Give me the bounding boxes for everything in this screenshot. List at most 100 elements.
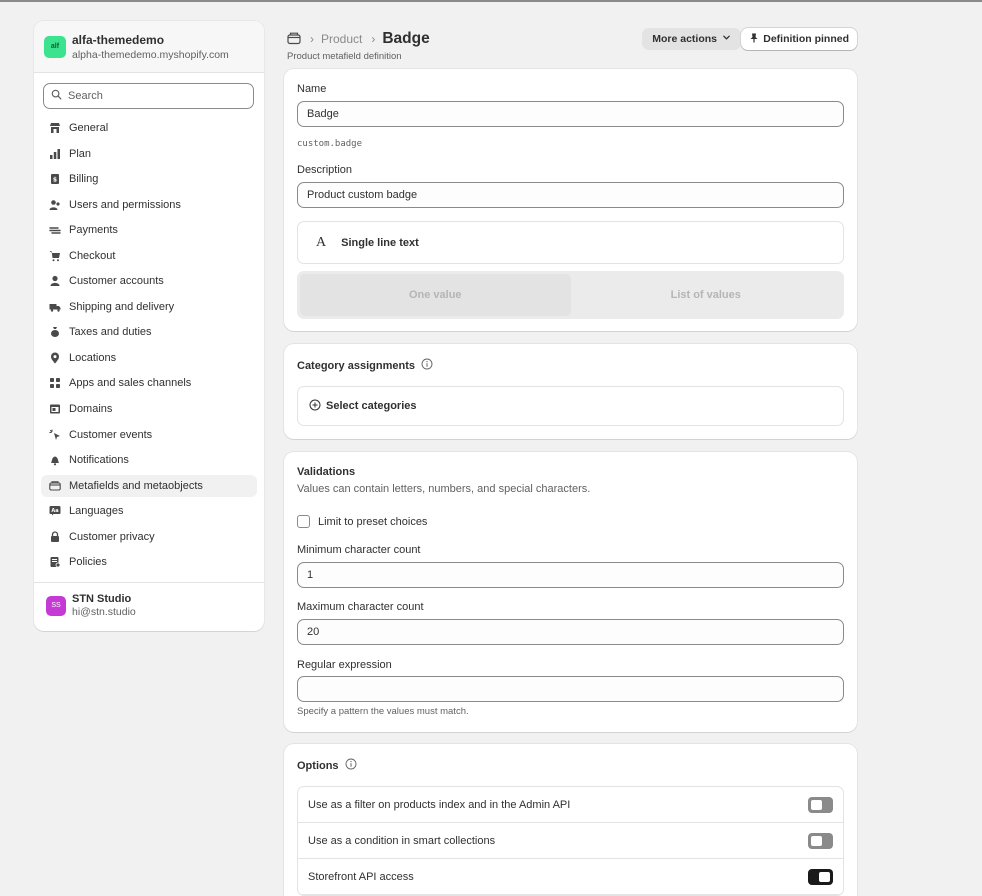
store-icon <box>48 121 62 135</box>
one-value-option[interactable]: One value <box>300 274 571 316</box>
sidebar-item-label: Customer events <box>69 428 153 441</box>
users-icon <box>48 198 62 212</box>
list-of-values-option[interactable]: List of values <box>571 274 842 316</box>
divider <box>34 582 264 583</box>
max-count-label: Maximum character count <box>297 601 424 613</box>
sidebar-item-label: Users and permissions <box>69 198 181 211</box>
location-icon <box>48 351 62 365</box>
user-account[interactable]: SS STN Studio hi@stn.studio <box>46 593 136 618</box>
preset-choices-label: Limit to preset choices <box>318 515 428 528</box>
definition-pinned-button[interactable]: Definition pinned <box>741 28 857 50</box>
category-title: Category assignments <box>297 358 433 373</box>
preset-choices-option[interactable]: Limit to preset choices <box>297 515 427 528</box>
sidebar-item-users[interactable]: Users and permissions <box>41 194 257 216</box>
sidebar-item-apps[interactable]: Apps and sales channels <box>41 372 257 394</box>
sidebar-item-label: Locations <box>69 351 117 364</box>
settings-nav: General Plan $ Billing Users and permiss… <box>41 117 257 577</box>
regex-hint: Specify a pattern the values must match. <box>297 706 469 717</box>
sidebar-item-languages[interactable]: Aa Languages <box>41 500 257 522</box>
sidebar-item-label: Shipping and delivery <box>69 300 175 313</box>
validations-title: Validations <box>297 466 356 478</box>
cart-icon <box>48 249 62 263</box>
bell-icon <box>48 453 62 467</box>
text-type-icon: A <box>316 234 327 250</box>
options-card: Options Use as a filter on products inde… <box>284 744 857 896</box>
sidebar-item-plan[interactable]: Plan <box>41 143 257 165</box>
sidebar-item-customer-events[interactable]: Customer events <box>41 424 257 446</box>
language-icon: Aa <box>48 504 62 518</box>
store-header[interactable]: alf alfa-themedemo alpha-themedemo.mysho… <box>34 21 264 73</box>
more-actions-button[interactable]: More actions <box>642 28 741 50</box>
top-border <box>0 0 982 2</box>
sidebar-item-billing[interactable]: $ Billing <box>41 168 257 190</box>
search-input[interactable] <box>68 90 248 102</box>
plan-icon <box>48 147 62 161</box>
metafields-icon[interactable] <box>287 31 301 48</box>
option-row-smart-collections[interactable]: Use as a condition in smart collections <box>298 823 843 859</box>
smart-collections-toggle[interactable] <box>808 832 833 849</box>
chevron-right-icon: › <box>310 32 314 46</box>
tax-icon <box>48 325 62 339</box>
store-name: alfa-themedemo <box>72 32 165 47</box>
info-icon[interactable] <box>415 358 433 373</box>
storefront-api-toggle[interactable] <box>808 868 833 885</box>
sidebar-item-shipping[interactable]: Shipping and delivery <box>41 296 257 318</box>
user-name: STN Studio <box>72 593 132 605</box>
svg-text:Aa: Aa <box>51 508 58 514</box>
apps-icon <box>48 376 62 390</box>
sidebar-item-label: Apps and sales channels <box>69 377 192 390</box>
user-email: hi@stn.studio <box>72 606 136 618</box>
pin-label: Definition pinned <box>763 33 849 45</box>
option-row-storefront-api[interactable]: Storefront API access <box>298 859 843 895</box>
avatar: SS <box>46 595 66 616</box>
page-title: Badge <box>382 30 430 47</box>
truck-icon <box>48 300 62 314</box>
regex-field[interactable] <box>297 676 844 702</box>
sidebar-item-locations[interactable]: Locations <box>41 347 257 369</box>
options-title-text: Options <box>297 759 339 772</box>
option-row-filter[interactable]: Use as a filter on products index and in… <box>298 787 843 823</box>
page-subtitle: Product metafield definition <box>287 51 402 62</box>
sidebar-item-payments[interactable]: Payments <box>41 219 257 241</box>
min-count-field[interactable]: 1 <box>297 562 844 588</box>
select-categories-button[interactable]: Select categories <box>297 386 844 426</box>
sidebar-item-domains[interactable]: Domains <box>41 398 257 420</box>
more-actions-label: More actions <box>652 33 717 45</box>
preset-choices-checkbox[interactable] <box>297 515 310 528</box>
validations-card: Validations Values can contain letters, … <box>284 452 857 732</box>
chevron-right-icon: › <box>371 32 376 46</box>
value-count-toggle: One value List of values <box>297 271 844 319</box>
sidebar-item-metafields[interactable]: Metafields and metaobjects <box>41 474 257 497</box>
sidebar-item-checkout[interactable]: Checkout <box>41 245 257 267</box>
options-title: Options <box>297 758 357 773</box>
sidebar-item-customer-accounts[interactable]: Customer accounts <box>41 270 257 292</box>
lock-icon <box>48 530 62 544</box>
sidebar-item-label: Policies <box>69 556 107 569</box>
content-type-row[interactable]: A Single line text <box>297 221 844 264</box>
description-field[interactable]: Product custom badge <box>297 182 844 208</box>
sidebar-item-label: Checkout <box>69 249 116 262</box>
min-count-label: Minimum character count <box>297 544 421 556</box>
sidebar-item-customer-privacy[interactable]: Customer privacy <box>41 526 257 548</box>
max-count-field[interactable]: 20 <box>297 619 844 645</box>
name-field[interactable]: Badge <box>297 101 844 127</box>
content-type-label: Single line text <box>341 236 419 249</box>
options-list: Use as a filter on products index and in… <box>297 786 844 896</box>
category-card: Category assignments Select categories <box>284 344 857 439</box>
option-label: Storefront API access <box>308 870 414 883</box>
sidebar-item-label: Notifications <box>69 454 129 467</box>
info-icon[interactable] <box>339 758 357 773</box>
breadcrumb-parent[interactable]: Product <box>321 32 362 46</box>
search-icon <box>51 89 62 103</box>
sidebar-item-general[interactable]: General <box>41 117 257 139</box>
sidebar-item-policies[interactable]: Policies <box>41 551 257 573</box>
search-field[interactable] <box>43 83 254 109</box>
filter-toggle[interactable] <box>808 796 833 813</box>
option-label: Use as a condition in smart collections <box>308 834 496 847</box>
settings-sidebar: alf alfa-themedemo alpha-themedemo.mysho… <box>34 21 264 631</box>
sidebar-item-label: Taxes and duties <box>69 326 152 339</box>
plus-circle-icon <box>309 399 326 414</box>
sidebar-item-taxes[interactable]: Taxes and duties <box>41 321 257 343</box>
sidebar-item-notifications[interactable]: Notifications <box>41 449 257 471</box>
sidebar-item-label: Payments <box>69 224 118 237</box>
